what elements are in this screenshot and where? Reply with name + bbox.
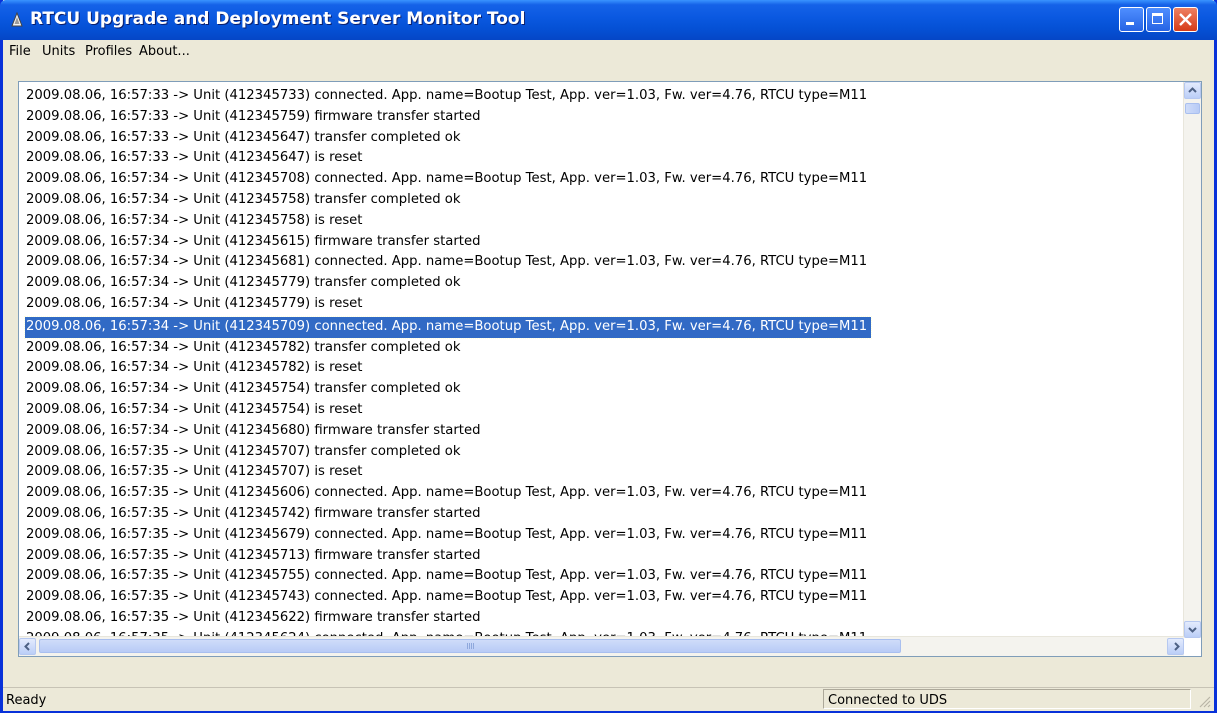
log-line-text: 2009.08.06, 16:57:34 -> Unit (412345779)… — [26, 295, 363, 311]
log-line-text: 2009.08.06, 16:57:34 -> Unit (412345754)… — [26, 381, 461, 397]
scroll-up-button[interactable] — [1184, 82, 1201, 99]
log-line-text: 2009.08.06, 16:57:34 -> Unit (412345782)… — [26, 339, 461, 355]
chevron-left-icon — [24, 642, 30, 651]
scroll-left-button[interactable] — [19, 638, 36, 655]
log-line[interactable]: 2009.08.06, 16:57:35 -> Unit (412345742)… — [25, 504, 1175, 525]
chevron-right-icon — [1174, 642, 1180, 651]
log-line-text: 2009.08.06, 16:57:35 -> Unit (412345707)… — [26, 443, 461, 459]
log-line-text: 2009.08.06, 16:57:34 -> Unit (412345680)… — [26, 422, 481, 438]
log-line[interactable]: 2009.08.06, 16:57:34 -> Unit (412345754)… — [25, 379, 1175, 400]
status-text: Ready — [6, 693, 47, 708]
app-icon — [11, 12, 23, 27]
log-line[interactable]: 2009.08.06, 16:57:34 -> Unit (412345779)… — [25, 294, 1175, 315]
menu-bar: File Units Profiles About... — [3, 40, 1214, 62]
resize-grip-icon[interactable] — [1197, 694, 1211, 708]
log-line-text: 2009.08.06, 16:57:34 -> Unit (412345709)… — [23, 315, 873, 339]
close-button[interactable] — [1173, 7, 1198, 32]
horizontal-scrollbar[interactable] — [19, 636, 1184, 656]
log-line[interactable]: 2009.08.06, 16:57:33 -> Unit (412345647)… — [25, 128, 1175, 149]
maximize-button[interactable] — [1146, 7, 1171, 32]
log-line-text: 2009.08.06, 16:57:33 -> Unit (412345647)… — [26, 150, 363, 166]
log-line[interactable]: 2009.08.06, 16:57:35 -> Unit (412345743)… — [25, 587, 1175, 608]
log-line[interactable]: 2009.08.06, 16:57:34 -> Unit (412345782)… — [25, 358, 1175, 379]
log-line[interactable]: 2009.08.06, 16:57:34 -> Unit (412345758)… — [25, 190, 1175, 211]
log-list[interactable]: 2009.08.06, 16:57:33 -> Unit (412345733)… — [18, 81, 1202, 657]
log-line-text: 2009.08.06, 16:57:34 -> Unit (412345681)… — [26, 254, 868, 270]
log-lines: 2009.08.06, 16:57:33 -> Unit (412345733)… — [23, 86, 1175, 650]
log-line[interactable]: 2009.08.06, 16:57:35 -> Unit (412345707)… — [25, 462, 1175, 483]
log-line-text: 2009.08.06, 16:57:35 -> Unit (412345707)… — [26, 464, 363, 480]
log-line-text: 2009.08.06, 16:57:33 -> Unit (412345647)… — [26, 129, 461, 145]
log-line-text: 2009.08.06, 16:57:35 -> Unit (412345755)… — [26, 568, 868, 584]
app-window: RTCU Upgrade and Deployment Server Monit… — [0, 0, 1217, 713]
log-line[interactable]: 2009.08.06, 16:57:34 -> Unit (412345782)… — [25, 338, 1175, 359]
vertical-scroll-thumb[interactable] — [1185, 103, 1200, 114]
log-line-text: 2009.08.06, 16:57:34 -> Unit (412345615)… — [26, 233, 481, 249]
menu-about[interactable]: About... — [139, 44, 190, 59]
connection-status-panel: Connected to UDS — [823, 689, 1191, 709]
log-line-text: 2009.08.06, 16:57:34 -> Unit (412345782)… — [26, 360, 363, 376]
log-line[interactable]: 2009.08.06, 16:57:35 -> Unit (412345713)… — [25, 546, 1175, 567]
window-title: RTCU Upgrade and Deployment Server Monit… — [30, 9, 526, 29]
log-line[interactable]: 2009.08.06, 16:57:34 -> Unit (412345754)… — [25, 400, 1175, 421]
log-line[interactable]: 2009.08.06, 16:57:34 -> Unit (412345680)… — [25, 421, 1175, 442]
log-line[interactable]: 2009.08.06, 16:57:34 -> Unit (412345615)… — [25, 232, 1175, 253]
status-bar: Ready Connected to UDS — [3, 687, 1214, 711]
log-line-text: 2009.08.06, 16:57:35 -> Unit (412345622)… — [26, 609, 481, 625]
log-line-text: 2009.08.06, 16:57:34 -> Unit (412345758)… — [26, 212, 363, 228]
vertical-scrollbar[interactable] — [1183, 82, 1201, 638]
log-line[interactable]: 2009.08.06, 16:57:35 -> Unit (412345707)… — [25, 442, 1175, 463]
log-line[interactable]: 2009.08.06, 16:57:33 -> Unit (412345759)… — [25, 107, 1175, 128]
scroll-right-button[interactable] — [1167, 638, 1184, 655]
horizontal-scroll-thumb[interactable] — [39, 639, 901, 653]
log-line[interactable]: 2009.08.06, 16:57:35 -> Unit (412345679)… — [25, 525, 1175, 546]
minimize-button[interactable] — [1119, 7, 1144, 32]
grip-icon — [467, 643, 475, 649]
log-line-text: 2009.08.06, 16:57:35 -> Unit (412345713)… — [26, 547, 481, 563]
log-line-text: 2009.08.06, 16:57:33 -> Unit (412345759)… — [26, 108, 481, 124]
log-line[interactable]: 2009.08.06, 16:57:33 -> Unit (412345733)… — [25, 86, 1175, 107]
log-line[interactable]: 2009.08.06, 16:57:34 -> Unit (412345779)… — [25, 273, 1175, 294]
log-line[interactable]: 2009.08.06, 16:57:34 -> Unit (412345758)… — [25, 211, 1175, 232]
maximize-icon — [1152, 13, 1163, 24]
log-line[interactable]: 2009.08.06, 16:57:35 -> Unit (412345755)… — [25, 566, 1175, 587]
log-line-text: 2009.08.06, 16:57:34 -> Unit (412345754)… — [26, 401, 363, 417]
log-line-text: 2009.08.06, 16:57:35 -> Unit (412345606)… — [26, 485, 868, 501]
log-line-text: 2009.08.06, 16:57:35 -> Unit (412345742)… — [26, 505, 481, 521]
log-line-text: 2009.08.06, 16:57:34 -> Unit (412345708)… — [26, 171, 868, 187]
close-icon — [1179, 13, 1192, 26]
connection-status: Connected to UDS — [828, 693, 948, 708]
log-line[interactable]: 2009.08.06, 16:57:34 -> Unit (412345681)… — [25, 252, 1175, 273]
log-line-text: 2009.08.06, 16:57:35 -> Unit (412345679)… — [26, 526, 868, 542]
log-line-text: 2009.08.06, 16:57:33 -> Unit (412345733)… — [26, 88, 868, 103]
scroll-down-button[interactable] — [1184, 621, 1201, 638]
log-line-text: 2009.08.06, 16:57:34 -> Unit (412345758)… — [26, 191, 461, 207]
title-bar[interactable]: RTCU Upgrade and Deployment Server Monit… — [0, 0, 1217, 40]
log-line[interactable]: 2009.08.06, 16:57:35 -> Unit (412345622)… — [25, 608, 1175, 629]
menu-file[interactable]: File — [9, 44, 31, 59]
menu-units[interactable]: Units — [42, 44, 75, 59]
log-line[interactable]: 2009.08.06, 16:57:35 -> Unit (412345606)… — [25, 483, 1175, 504]
log-line[interactable]: 2009.08.06, 16:57:34 -> Unit (412345708)… — [25, 169, 1175, 190]
log-line[interactable]: 2009.08.06, 16:57:33 -> Unit (412345647)… — [25, 148, 1175, 169]
log-line-text: 2009.08.06, 16:57:35 -> Unit (412345743)… — [26, 589, 868, 605]
log-line[interactable]: 2009.08.06, 16:57:34 -> Unit (412345709)… — [23, 315, 1175, 339]
chevron-up-icon — [1188, 87, 1197, 93]
chevron-down-icon — [1188, 627, 1197, 633]
minimize-icon — [1126, 22, 1134, 25]
menu-profiles[interactable]: Profiles — [85, 44, 132, 59]
log-line-text: 2009.08.06, 16:57:34 -> Unit (412345779)… — [26, 275, 461, 291]
